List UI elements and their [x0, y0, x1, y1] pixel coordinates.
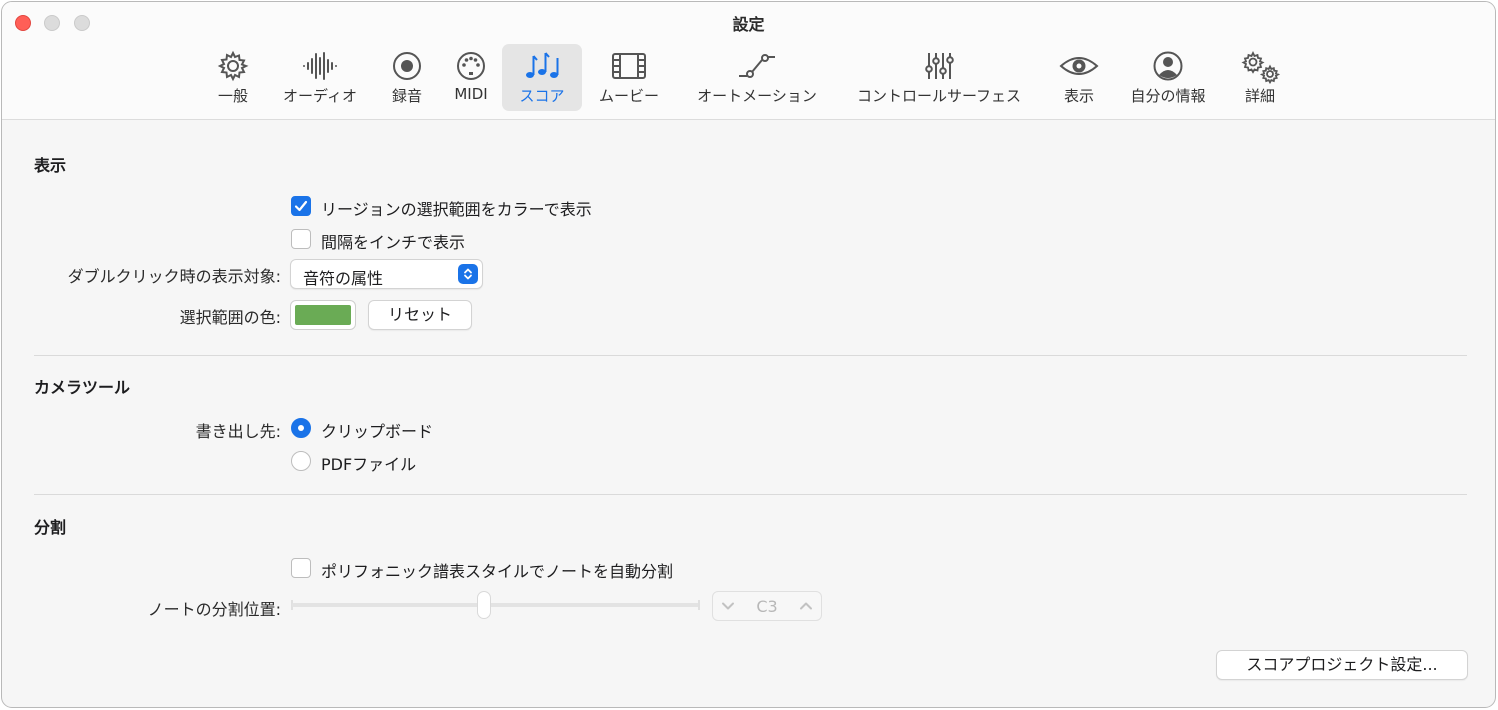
tab-general[interactable]: 一般 [208, 44, 258, 111]
gears-icon [1241, 50, 1281, 84]
slider-tick-max [698, 600, 700, 610]
spacing-inches-checkbox[interactable] [291, 229, 311, 249]
spacing-inches-label: 間隔をインチで表示 [321, 233, 466, 252]
tab-my-info[interactable]: 自分の情報 [1122, 44, 1214, 111]
tab-midi[interactable]: MIDI [446, 44, 496, 111]
reset-color-button[interactable]: リセット [368, 300, 472, 330]
tab-label: 自分の情報 [1130, 87, 1206, 105]
popup-arrows [458, 264, 478, 284]
tab-label: 録音 [391, 87, 422, 105]
tab-label: 一般 [217, 87, 248, 105]
toolbar: 設定 一般 オーディオ 録音 MIDI スコア ムービー オートメーション コン… [2, 2, 1495, 120]
person-circle-icon [1153, 51, 1183, 81]
double-click-value: 音符の属性 [303, 269, 384, 288]
section-title-display: 表示 [34, 156, 67, 175]
tab-score[interactable]: スコア [502, 44, 582, 111]
pdf-file-label: PDFファイル [321, 455, 417, 474]
color-region-selection-checkbox[interactable] [291, 196, 311, 216]
score-project-settings-button[interactable]: スコアプロジェクト設定... [1216, 650, 1468, 680]
clipboard-radio[interactable] [291, 418, 311, 438]
up-down-chevron-icon [464, 268, 472, 280]
double-click-popup[interactable]: 音符の属性 [290, 259, 483, 289]
eye-icon [1059, 57, 1099, 75]
checkmark-icon [294, 200, 308, 212]
tab-label: オーディオ [283, 87, 357, 105]
tab-record[interactable]: 録音 [382, 44, 432, 111]
auto-split-label: ポリフォニック譜表スタイルでノートを自動分割 [321, 562, 674, 581]
midi-port-icon [457, 52, 485, 80]
film-icon [612, 53, 646, 79]
tab-audio[interactable]: オーディオ [276, 44, 364, 111]
clipboard-label: クリップボード [321, 422, 434, 441]
double-click-label: ダブルクリック時の表示対象: [67, 267, 281, 286]
waveform-icon [303, 52, 337, 80]
preferences-window: 設定 一般 オーディオ 録音 MIDI スコア ムービー オートメーション コン… [1, 1, 1496, 708]
divider [34, 355, 1467, 356]
tab-control-surface[interactable]: コントロールサーフェス [844, 44, 1034, 111]
section-title-camera-tool: カメラツール [34, 378, 131, 397]
section-title-split: 分割 [34, 518, 67, 537]
tab-label: オートメーション [697, 87, 817, 105]
split-point-label: ノートの分割位置: [147, 600, 281, 619]
tab-movie[interactable]: ムービー [590, 44, 668, 111]
selection-color-well[interactable] [290, 300, 356, 330]
music-notes-icon [526, 52, 559, 78]
tab-label: MIDI [454, 85, 488, 103]
auto-split-checkbox[interactable] [291, 558, 311, 578]
automation-curve-icon [739, 54, 775, 78]
export-destination-label: 書き出し先: [195, 422, 281, 441]
tab-label: ムービー [598, 87, 659, 105]
tab-label: コントロールサーフェス [856, 87, 1022, 105]
tab-label: スコア [519, 87, 565, 105]
split-point-slider[interactable] [292, 603, 700, 607]
chevron-up-icon[interactable] [799, 600, 813, 612]
tab-advanced[interactable]: 詳細 [1234, 44, 1286, 111]
record-icon [393, 52, 421, 80]
window-title: 設定 [732, 15, 765, 34]
selection-color-swatch [295, 305, 351, 325]
gear-icon [217, 50, 249, 82]
tab-label: 表示 [1063, 87, 1094, 105]
pdf-file-radio[interactable] [291, 451, 311, 471]
tab-label: 詳細 [1244, 87, 1275, 105]
tab-automation[interactable]: オートメーション [686, 44, 828, 111]
tab-display[interactable]: 表示 [1052, 44, 1106, 111]
split-point-slider-thumb[interactable] [476, 591, 491, 619]
selection-color-label: 選択範囲の色: [179, 308, 281, 327]
divider [34, 494, 1467, 495]
split-point-stepper[interactable]: C3 [712, 591, 822, 621]
sliders-icon [925, 53, 954, 79]
color-region-selection-label: リージョンの選択範囲をカラーで表示 [321, 200, 592, 219]
